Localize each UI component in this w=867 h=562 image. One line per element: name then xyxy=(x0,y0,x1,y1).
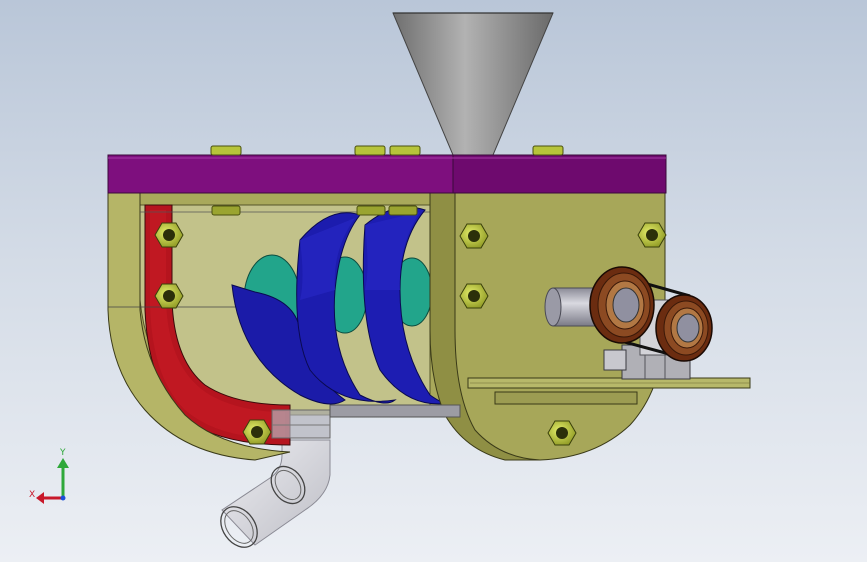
outlet-collar[interactable] xyxy=(271,404,461,439)
nut-icon xyxy=(389,145,421,156)
top-plate[interactable] xyxy=(107,154,667,194)
nut-icon xyxy=(354,145,386,156)
nut-icon xyxy=(210,145,242,156)
hopper[interactable] xyxy=(392,12,554,156)
y-arrow-icon xyxy=(57,458,69,468)
nut-icon xyxy=(356,205,386,216)
x-axis-label: X xyxy=(29,490,35,500)
model-scene[interactable]: Y X xyxy=(0,0,867,562)
y-axis-label: Y xyxy=(59,448,66,458)
nut-icon xyxy=(211,205,241,216)
nut-icon xyxy=(388,205,418,216)
small-pulley-icon xyxy=(655,294,713,362)
large-pulley-icon xyxy=(589,266,655,344)
orientation-triad[interactable]: Y X xyxy=(29,448,69,504)
cad-viewport[interactable]: Y X xyxy=(0,0,867,562)
nut-icon xyxy=(532,145,564,156)
z-axis-icon xyxy=(60,495,66,501)
x-arrow-icon xyxy=(36,492,44,504)
